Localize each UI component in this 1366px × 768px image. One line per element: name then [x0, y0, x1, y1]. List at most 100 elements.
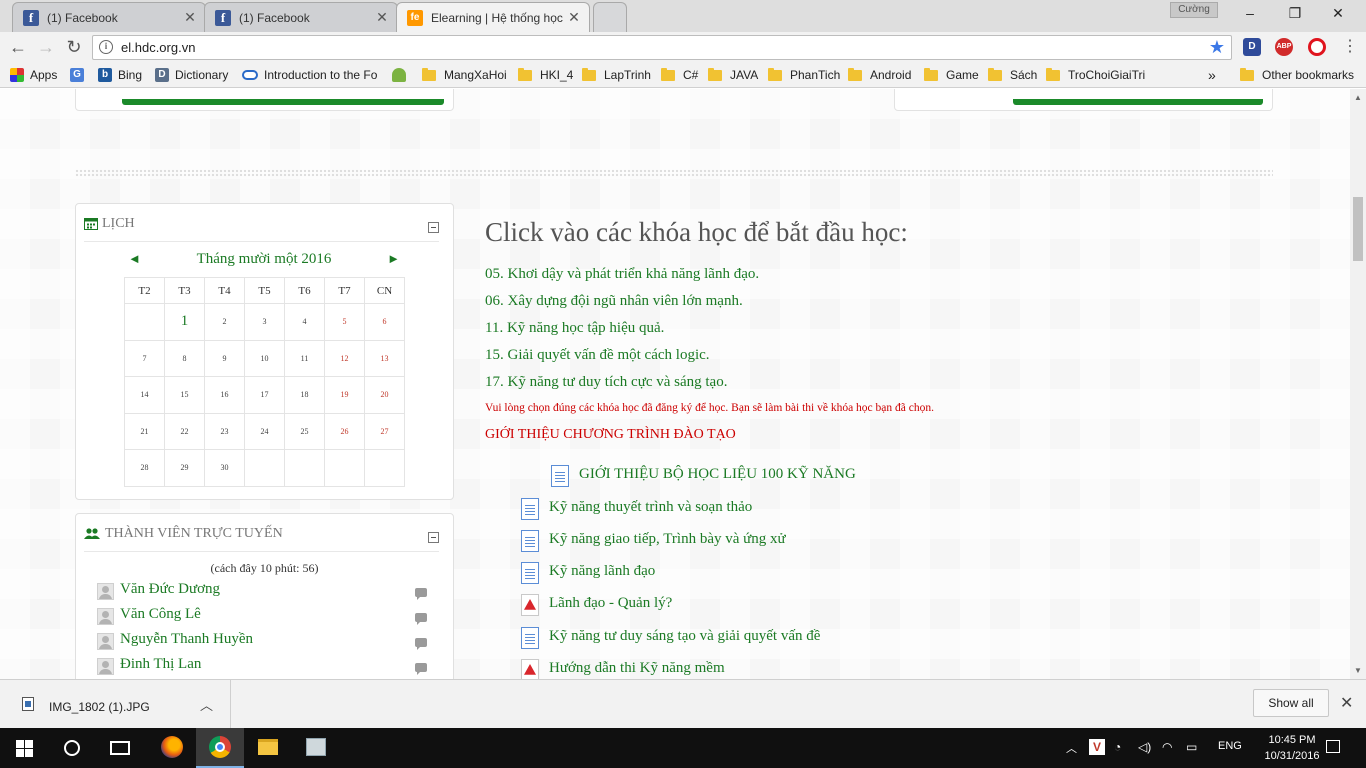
- green-button[interactable]: [1013, 99, 1263, 105]
- calendar-day[interactable]: 19: [324, 376, 365, 414]
- bookmark-folder-android[interactable]: Android: [848, 67, 911, 83]
- collapse-icon[interactable]: [428, 222, 439, 233]
- bookmark-folder-csharp[interactable]: C#: [661, 67, 698, 83]
- bookmark-introduction[interactable]: Introduction to the Fo: [242, 67, 378, 83]
- adblock-plus-icon[interactable]: ABP: [1275, 38, 1293, 56]
- calendar-day[interactable]: 5: [324, 303, 365, 341]
- forward-icon[interactable]: →: [34, 36, 58, 60]
- scroll-down-arrow[interactable]: ▼: [1354, 666, 1362, 675]
- close-tab-icon[interactable]: ✕: [375, 9, 389, 26]
- calendar-day[interactable]: 11: [284, 339, 325, 377]
- bookmark-folder-sach[interactable]: Sách: [988, 67, 1037, 83]
- green-button[interactable]: [122, 99, 444, 105]
- info-icon[interactable]: i: [99, 40, 113, 54]
- profile-button[interactable]: Cường: [1170, 2, 1218, 18]
- calendar-day[interactable]: 30: [204, 449, 245, 487]
- bookmark-dictionary[interactable]: D Dictionary: [155, 67, 228, 83]
- calendar-day[interactable]: 14: [124, 376, 165, 414]
- message-icon[interactable]: [415, 588, 427, 600]
- collapse-icon[interactable]: [428, 532, 439, 543]
- next-month-icon[interactable]: ►: [387, 251, 400, 267]
- calendar-day[interactable]: 28: [124, 449, 165, 487]
- file-explorer-taskbar-icon[interactable]: [244, 728, 292, 768]
- close-tab-icon[interactable]: ✕: [567, 9, 581, 26]
- bookmark-folder-mangxahoi[interactable]: MangXaHoi: [422, 67, 507, 83]
- wifi-icon[interactable]: ◠: [1162, 740, 1172, 754]
- user-name-link[interactable]: Nguyễn Thanh Huyền: [120, 631, 253, 648]
- calendar-day[interactable]: 4: [284, 303, 325, 341]
- bookmark-star-icon[interactable]: ★: [1209, 37, 1225, 58]
- user-name-link[interactable]: Văn Đức Dương: [120, 581, 220, 598]
- calendar-day[interactable]: 24: [244, 412, 285, 450]
- reload-icon[interactable]: ↻: [62, 36, 86, 60]
- bookmark-android[interactable]: [392, 67, 412, 83]
- other-bookmarks[interactable]: Other bookmarks: [1240, 67, 1354, 83]
- calendar-day[interactable]: 26: [324, 412, 365, 450]
- tab-facebook-1[interactable]: f (1) Facebook ✕: [12, 2, 206, 32]
- course-link[interactable]: 11. Kỹ năng học tập hiệu quả.: [485, 320, 664, 337]
- bookmark-translate[interactable]: G: [70, 67, 90, 83]
- calendar-day[interactable]: 15: [164, 376, 205, 414]
- calendar-day[interactable]: 17: [244, 376, 285, 414]
- bookmark-folder-java[interactable]: JAVA: [708, 67, 758, 83]
- course-link[interactable]: 15. Giải quyết vấn đề một cách logic.: [485, 347, 710, 364]
- course-link[interactable]: 05. Khơi dậy và phát triển khả năng lãnh…: [485, 266, 759, 283]
- calendar-day[interactable]: 18: [284, 376, 325, 414]
- page-scrollbar[interactable]: ▲ ▼: [1350, 89, 1366, 679]
- back-icon[interactable]: ←: [6, 36, 30, 60]
- bookmark-apps[interactable]: Apps: [10, 67, 57, 83]
- calendar-day[interactable]: 27: [364, 412, 405, 450]
- calendar-day[interactable]: 12: [324, 339, 365, 377]
- bookmark-folder-trochoigiaitri[interactable]: TroChoiGiaiTri: [1046, 67, 1145, 83]
- scrollbar-thumb[interactable]: [1353, 197, 1363, 261]
- new-tab-button[interactable]: [593, 2, 627, 32]
- calendar-day[interactable]: 20: [364, 376, 405, 414]
- tab-elearning[interactable]: fe Elearning | Hệ thống học ✕: [396, 2, 590, 32]
- extension-d-icon[interactable]: D: [1243, 38, 1261, 56]
- close-tab-icon[interactable]: ✕: [183, 9, 197, 26]
- maximize-button[interactable]: ❐: [1275, 2, 1315, 24]
- network-wireless-icon[interactable]: ◔: [1114, 740, 1121, 754]
- task-view-icon[interactable]: [110, 741, 130, 755]
- window-close-button[interactable]: ✕: [1318, 2, 1358, 24]
- calendar-month-label[interactable]: Tháng mười một 2016: [124, 251, 404, 268]
- bookmark-folder-phantich[interactable]: PhanTich: [768, 67, 840, 83]
- bookmark-folder-game[interactable]: Game: [924, 67, 979, 83]
- bookmark-bing[interactable]: b Bing: [98, 67, 142, 83]
- course-link[interactable]: 06. Xây dựng đội ngũ nhân viên lớn mạnh.: [485, 293, 743, 310]
- tab-facebook-2[interactable]: f (1) Facebook ✕: [204, 2, 398, 32]
- cortana-search-icon[interactable]: [64, 740, 80, 756]
- message-icon[interactable]: [415, 663, 427, 675]
- system-clock[interactable]: 10:45 PM 10/31/2016: [1262, 732, 1322, 764]
- calendar-day[interactable]: 7: [124, 339, 165, 377]
- bookmark-folder-hki4[interactable]: HKI_4: [518, 67, 573, 83]
- bookmarks-overflow-button[interactable]: »: [1208, 67, 1216, 83]
- address-bar[interactable]: i el.hdc.org.vn ★: [92, 35, 1232, 60]
- chevron-up-icon[interactable]: ︿: [200, 695, 213, 714]
- user-name-link[interactable]: Đinh Thị Lan: [120, 656, 201, 673]
- calendar-day[interactable]: 16: [204, 376, 245, 414]
- message-icon[interactable]: [415, 638, 427, 650]
- calendar-day[interactable]: 25: [284, 412, 325, 450]
- app-taskbar-icon[interactable]: [292, 728, 340, 768]
- volume-icon[interactable]: ◁): [1138, 740, 1151, 754]
- firefox-taskbar-icon[interactable]: [148, 728, 196, 768]
- keyboard-icon[interactable]: ▭: [1186, 740, 1197, 754]
- calendar-day[interactable]: 6: [364, 303, 405, 341]
- menu-icon[interactable]: ⋮: [1338, 36, 1362, 60]
- show-hidden-icons-chevron[interactable]: ︿: [1066, 740, 1077, 756]
- calendar-day[interactable]: 23: [204, 412, 245, 450]
- calendar-day[interactable]: 3: [244, 303, 285, 341]
- close-download-bar-icon[interactable]: ✕: [1340, 693, 1353, 713]
- calendar-day[interactable]: 22: [164, 412, 205, 450]
- message-icon[interactable]: [415, 613, 427, 625]
- calendar-day[interactable]: 10: [244, 339, 285, 377]
- calendar-day[interactable]: 29: [164, 449, 205, 487]
- calendar-day-today[interactable]: 1: [164, 303, 205, 341]
- calendar-day[interactable]: 21: [124, 412, 165, 450]
- scroll-up-arrow[interactable]: ▲: [1354, 93, 1362, 102]
- start-button[interactable]: [0, 728, 48, 768]
- opera-icon[interactable]: [1308, 38, 1326, 56]
- bookmark-folder-laptrinh[interactable]: LapTrinh: [582, 67, 651, 83]
- antivirus-tray-icon[interactable]: V: [1089, 739, 1105, 755]
